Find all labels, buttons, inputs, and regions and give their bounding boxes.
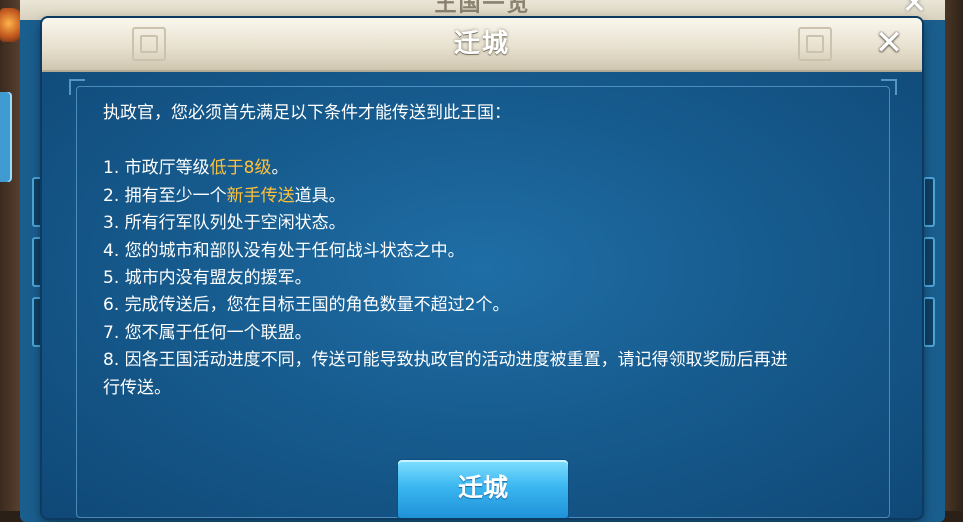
dialog-title: 迁城 xyxy=(453,29,510,59)
highlight-text: 新手传送 xyxy=(226,185,295,206)
condition-item: 7. 您不属于任何一个联盟。 xyxy=(103,322,312,343)
dialog-header: 迁城 ✕ xyxy=(42,18,922,72)
side-tab xyxy=(0,92,12,182)
condition-item: 6. 完成传送后，您在目标王国的角色数量不超过2个。 xyxy=(103,295,510,316)
shield-emblem-icon xyxy=(0,8,22,42)
side-handle xyxy=(923,297,935,347)
kingdom-overview-header: 王国一览 ✕ xyxy=(20,0,945,20)
fret-ornament-icon xyxy=(798,27,832,61)
side-handle xyxy=(923,177,935,227)
relocate-button[interactable]: 迁城 xyxy=(398,460,568,518)
condition-item: 3. 所有行军队列处于空闲状态。 xyxy=(103,213,346,234)
condition-item: 8. 因各王国活动进度不同，传送可能导致执政官的活动进度被重置，请记得领取奖励后… xyxy=(103,350,788,398)
background-right-edge xyxy=(945,0,963,511)
kingdom-overview-close-icon[interactable]: ✕ xyxy=(902,0,927,19)
condition-item: 5. 城市内没有盟友的援军。 xyxy=(103,268,312,289)
intro-text: 执政官，您必须首先满足以下条件才能传送到此王国： xyxy=(103,103,511,123)
kingdom-overview-title: 王国一览 xyxy=(434,0,531,17)
highlight-text: 低于8级 xyxy=(209,158,272,179)
side-handle xyxy=(923,237,935,287)
conditions-text: 执政官，您必须首先满足以下条件才能传送到此王国： 1. 市政厅等级低于8级。 2… xyxy=(103,100,873,402)
background-left-edge xyxy=(0,0,22,511)
condition-item: 2. 拥有至少一个新手传送道具。 xyxy=(103,185,346,206)
condition-item: 1. 市政厅等级低于8级。 xyxy=(103,158,289,179)
condition-item: 4. 您的城市和部队没有处于任何战斗状态之中。 xyxy=(103,240,465,261)
close-icon[interactable]: ✕ xyxy=(872,26,906,60)
relocate-dialog: 迁城 ✕ 执政官，您必须首先满足以下条件才能传送到此王国： 1. 市政厅等级低于… xyxy=(42,18,922,518)
